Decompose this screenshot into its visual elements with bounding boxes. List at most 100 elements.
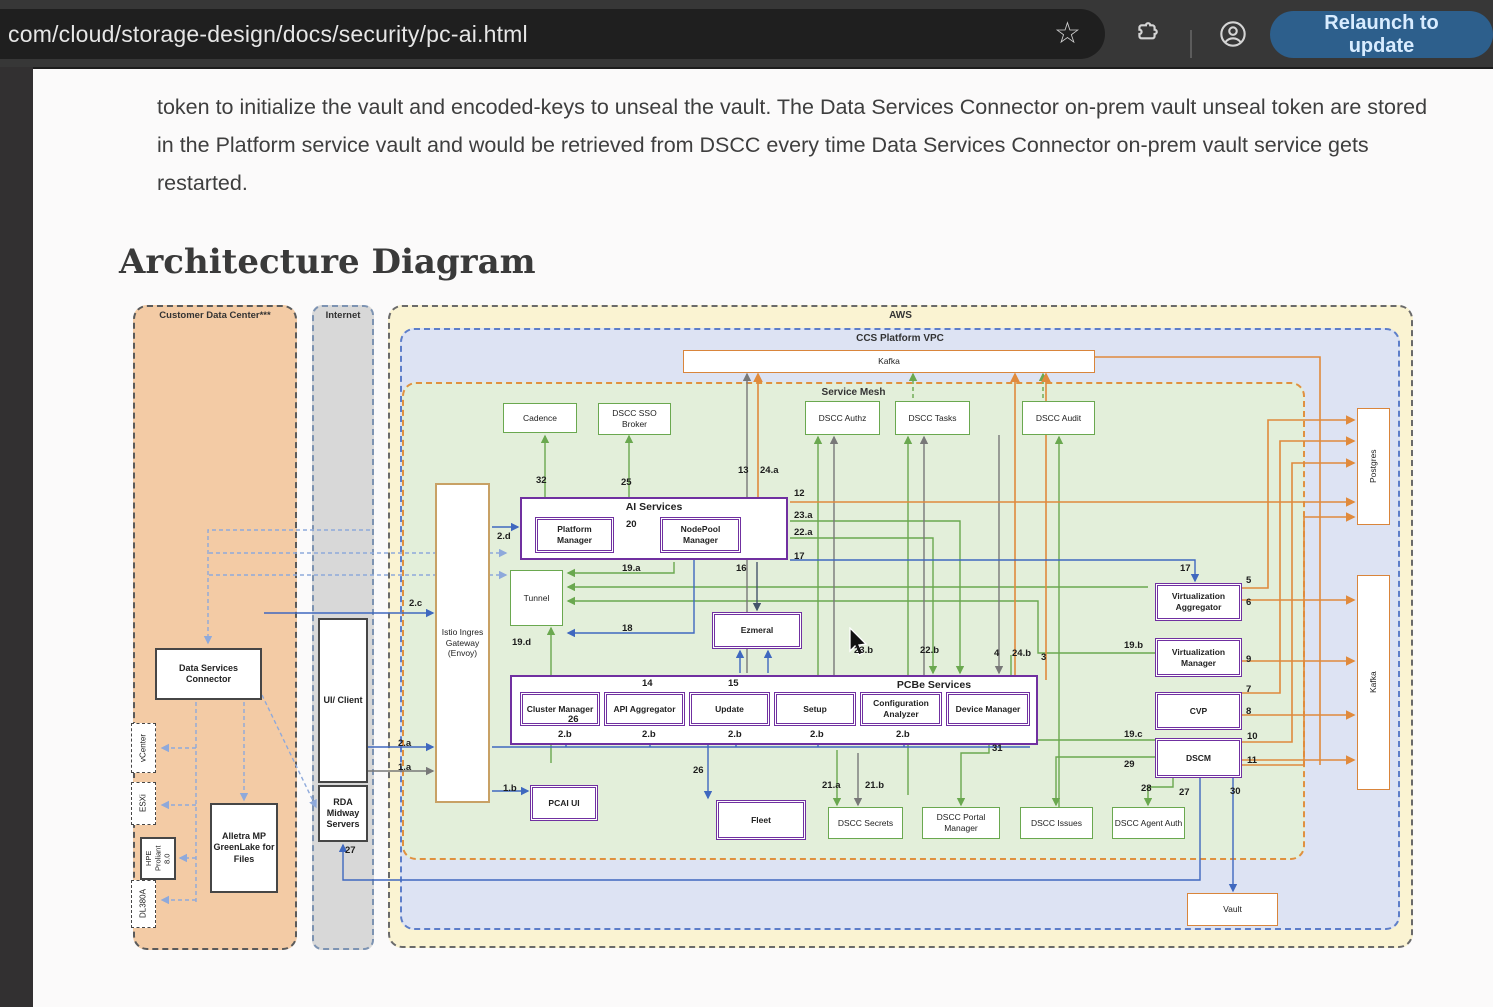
url-text: com/cloud/storage-design/docs/security/p…	[8, 21, 528, 48]
flow-label: 17	[1180, 563, 1191, 574]
node-virtualization-aggregator: Virtualization Aggregator	[1155, 583, 1242, 621]
flow-label: 2.a	[398, 738, 411, 749]
flow-label: 22.b	[920, 645, 939, 656]
flow-label: 19.a	[622, 563, 641, 574]
node-kafka-top: Kafka	[683, 350, 1095, 373]
flow-label: 15	[728, 678, 739, 689]
flow-label: 9	[1246, 654, 1251, 665]
extensions-icon[interactable]	[1122, 0, 1172, 67]
flow-label: 17	[794, 551, 805, 562]
node-nodepool-manager: NodePool Manager	[660, 517, 741, 553]
flow-label: 22.a	[794, 527, 813, 538]
flow-label: 4	[994, 648, 999, 659]
node-hpe-proliant: HPE Proliant 8.0	[140, 837, 176, 880]
node-device-manager: Device Manager	[946, 692, 1030, 726]
flow-label: 3	[1041, 652, 1046, 663]
flow-label: 32	[536, 475, 547, 486]
flow-label: 21.a	[822, 780, 841, 791]
node-dscc-agent-auth: DSCC Agent Auth	[1112, 807, 1185, 839]
node-cvp: CVP	[1155, 692, 1242, 730]
flow-label: 24.b	[1012, 648, 1031, 659]
flow-label: 1.a	[398, 762, 411, 773]
toolbar-divider	[1186, 0, 1196, 67]
bookmark-star-icon[interactable]: ☆	[1040, 0, 1095, 67]
node-rda-midway-servers: RDA Midway Servers	[318, 785, 368, 842]
node-dscc-audit: DSCC Audit	[1022, 401, 1095, 435]
flow-label: 5	[1246, 575, 1251, 586]
node-dscm: DSCM	[1155, 738, 1242, 778]
flow-label: 2.b	[896, 729, 910, 740]
flow-label: 27	[345, 845, 356, 856]
page-heading: Architecture Diagram	[119, 242, 536, 282]
node-dscc-secrets: DSCC Secrets	[828, 807, 903, 839]
node-alletra-mp: Alletra MP GreenLake for Files	[210, 803, 278, 893]
flow-label: 2.d	[497, 531, 511, 542]
flow-label: 2.b	[558, 729, 572, 740]
node-kafka-right: Kafka	[1357, 575, 1390, 790]
node-cluster-manager: Cluster Manager	[520, 692, 600, 726]
flow-label: 18	[622, 623, 633, 634]
node-configuration-analyzer: Configuration Analyzer	[860, 692, 942, 726]
flow-label: 8	[1246, 706, 1251, 717]
flow-label: 2.b	[728, 729, 742, 740]
flow-label: 11	[1247, 755, 1257, 766]
node-vcenter: vCenter	[131, 723, 156, 773]
node-dscc-tasks: DSCC Tasks	[895, 401, 970, 435]
node-ezmeral: Ezmeral	[712, 612, 802, 649]
flow-label: 14	[642, 678, 653, 689]
flow-label: 25	[621, 477, 632, 488]
flow-label: 13	[738, 465, 749, 476]
flow-label: 19.b	[1124, 640, 1143, 651]
flow-label: 2.b	[810, 729, 824, 740]
flow-label: 7	[1246, 684, 1251, 695]
flow-label: 2.c	[409, 598, 422, 609]
node-dscc-issues: DSCC Issues	[1020, 807, 1093, 839]
node-cadence: Cadence	[503, 403, 577, 433]
flow-label: 26	[693, 765, 704, 776]
flow-label: 29	[1124, 759, 1135, 770]
flow-label: 31	[992, 743, 1003, 754]
flow-label: 12	[794, 488, 805, 499]
flow-label: 19.d	[512, 637, 531, 648]
flow-label: 16	[736, 563, 747, 574]
node-tunnel: Tunnel	[510, 570, 563, 626]
flow-label: 1.b	[503, 783, 517, 794]
profile-icon[interactable]	[1208, 0, 1258, 67]
flow-label: 10	[1247, 731, 1258, 742]
flow-label: 26	[568, 714, 579, 725]
node-update: Update	[689, 692, 770, 726]
node-virtualization-manager: Virtualization Manager	[1155, 638, 1242, 677]
node-pcai-ui: PCAI UI	[530, 785, 598, 821]
node-api-aggregator: API Aggregator	[604, 692, 685, 726]
left-dark-panel	[0, 67, 33, 1007]
node-istio-ingres-gateway: Istio Ingres Gateway (Envoy)	[435, 483, 490, 803]
flow-label: 20	[626, 519, 637, 530]
browser-toolbar: com/cloud/storage-design/docs/security/p…	[0, 0, 1493, 69]
node-fleet: Fleet	[716, 800, 806, 840]
relaunch-to-update-button[interactable]: Relaunch to update	[1270, 11, 1493, 58]
flow-label: 24.a	[760, 465, 779, 476]
node-esxi: ESXi	[131, 782, 156, 825]
node-ui-client: UI/ Client	[318, 618, 368, 783]
node-setup: Setup	[774, 692, 856, 726]
node-dl380a: DL380A	[131, 880, 156, 928]
node-data-services-connector: Data Services Connector	[155, 648, 262, 700]
flow-label: 6	[1246, 597, 1251, 608]
flow-label: 23.a	[794, 510, 813, 521]
url-bar[interactable]: com/cloud/storage-design/docs/security/p…	[0, 9, 1105, 59]
flow-label: 30	[1230, 786, 1241, 797]
node-dscc-sso-broker: DSCC SSO Broker	[598, 403, 671, 435]
node-postgres: Postgres	[1357, 408, 1390, 525]
node-platform-manager: Platform Manager	[535, 517, 614, 553]
screenshot-root: { "browser": { "url": "com/cloud/storage…	[0, 0, 1493, 1007]
architecture-diagram-image: Customer Data Center***InternetAWSCCS Pl…	[118, 295, 1413, 955]
flow-label: 2.b	[642, 729, 656, 740]
flow-label: 19.c	[1124, 729, 1143, 740]
body-paragraph: token to initialize the vault and encode…	[157, 88, 1432, 202]
flow-label: 28	[1141, 783, 1152, 794]
node-dscc-authz: DSCC Authz	[805, 401, 880, 435]
flow-label: 27	[1179, 787, 1190, 798]
flow-label: 23.b	[854, 645, 873, 656]
flow-label: 21.b	[865, 780, 884, 791]
node-vault: Vault	[1187, 893, 1278, 926]
